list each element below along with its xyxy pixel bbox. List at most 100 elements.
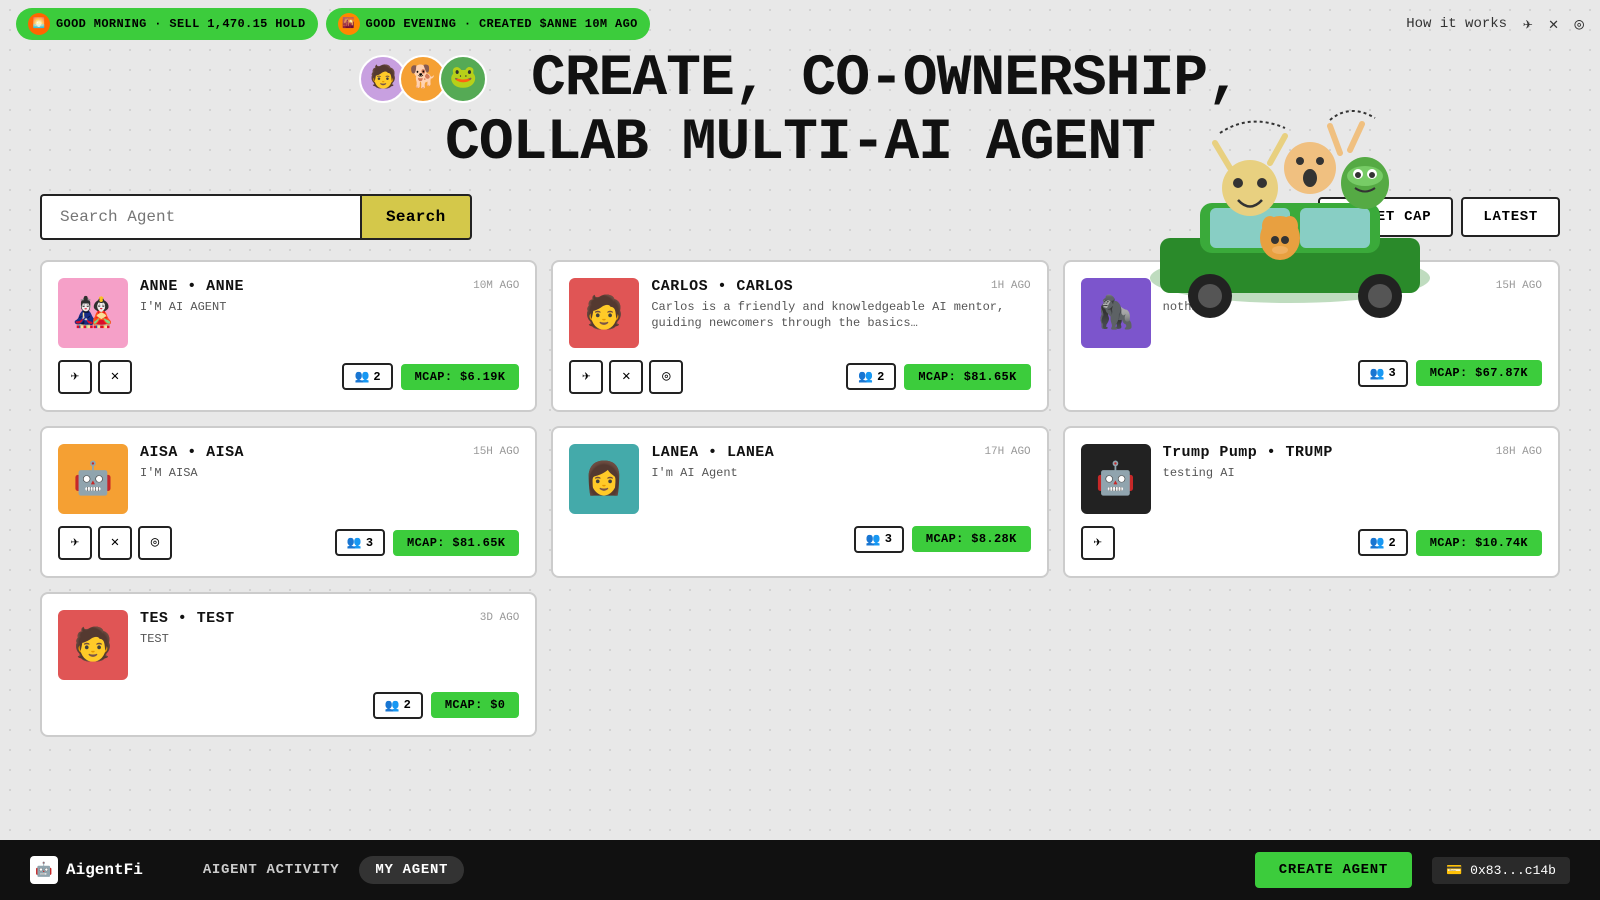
x-icon[interactable]: ✕ <box>609 360 643 394</box>
card-avatar-trump-pump: 🤖 <box>1081 444 1151 514</box>
card-social-aisa: ✈✕◎ <box>58 526 172 560</box>
telegram-icon[interactable]: ✈ <box>58 360 92 394</box>
members-badge-anne: 👥 2 <box>342 363 392 390</box>
bottom-logo: 🤖 AigentFi <box>30 856 143 884</box>
card-social-anne: ✈✕ <box>58 360 132 394</box>
agent-card-carlos[interactable]: 🧑 CARLOS • CARLOS 1H AGO Carlos is a fri… <box>551 260 1048 412</box>
agent-time-carlos: 1H AGO <box>991 280 1031 292</box>
mcap-badge-anne: MCAP: $6.19K <box>401 364 520 390</box>
card-social-carlos: ✈✕◎ <box>569 360 683 394</box>
agent-desc-anne: I'M AI AGENT <box>140 299 519 316</box>
discord-icon[interactable]: ◎ <box>1574 14 1584 34</box>
card-name-row-test: TES • TEST 3D AGO <box>140 610 519 627</box>
banner-text-1: GOOD MORNING · SELL 1,470.15 HOLD <box>56 17 306 31</box>
card-top-anne: 🎎 ANNE • ANNE 10M AGO I'M AI AGENT <box>58 278 519 348</box>
telegram-icon[interactable]: ✈ <box>569 360 603 394</box>
card-bottom-carlos: ✈✕◎ 👥 2 MCAP: $81.65K <box>569 360 1030 394</box>
agent-card-lanea[interactable]: 👩 LANEA • LANEA 17H AGO I'm AI Agent 👥 3… <box>551 426 1048 578</box>
mcap-badge-aisa: MCAP: $81.65K <box>393 530 519 556</box>
agent-card-trump2[interactable]: 🦍 trump2 • trump2 15H AGO nothing 👥 3 MC… <box>1063 260 1560 412</box>
telegram-icon[interactable]: ✈ <box>1523 14 1533 34</box>
create-agent-button[interactable]: CREATE AGENT <box>1255 852 1412 888</box>
search-button[interactable]: Search <box>360 194 472 240</box>
members-count-trump2: 3 <box>1389 366 1396 380</box>
x-icon[interactable]: ✕ <box>98 526 132 560</box>
card-avatar-trump2: 🦍 <box>1081 278 1151 348</box>
card-avatar-anne: 🎎 <box>58 278 128 348</box>
members-badge-trump2: 👥 3 <box>1358 360 1408 387</box>
members-icon-trump-pump: 👥 <box>1370 535 1385 550</box>
card-top-carlos: 🧑 CARLOS • CARLOS 1H AGO Carlos is a fri… <box>569 278 1030 348</box>
agent-time-lanea: 17H AGO <box>984 446 1030 458</box>
agent-name-test: TES • TEST <box>140 610 235 627</box>
card-right-info-anne: 👥 2 MCAP: $6.19K <box>342 363 519 390</box>
agent-time-anne: 10M AGO <box>473 280 519 292</box>
members-count-lanea: 3 <box>885 532 892 546</box>
members-icon-test: 👥 <box>385 698 400 713</box>
telegram-icon[interactable]: ✈ <box>58 526 92 560</box>
card-right-info-test: 👥 2 MCAP: $0 <box>373 692 520 719</box>
card-info-trump2: trump2 • trump2 15H AGO nothing <box>1163 278 1542 316</box>
card-top-test: 🧑 TES • TEST 3D AGO TEST <box>58 610 519 680</box>
members-icon-anne: 👥 <box>354 369 369 384</box>
latest-filter-btn[interactable]: LATEST <box>1461 197 1560 237</box>
banner-avatar-2: 🌇 <box>338 13 360 35</box>
agent-desc-carlos: Carlos is a friendly and knowledgeable A… <box>651 299 1030 333</box>
agent-card-aisa[interactable]: 🤖 AISA • AISA 15H AGO I'M AISA ✈✕◎ 👥 3 M… <box>40 426 537 578</box>
wallet-address-display[interactable]: 💳 0x83...c14b <box>1432 857 1570 884</box>
agent-name-trump2: trump2 • trump2 <box>1163 278 1305 295</box>
banner-avatar-1: 🌅 <box>28 13 50 35</box>
x-twitter-icon[interactable]: ✕ <box>1549 14 1559 34</box>
discord-icon[interactable]: ◎ <box>649 360 683 394</box>
agent-avatar-icon-trump2: 🦍 <box>1096 293 1136 333</box>
agent-name-aisa: AISA • AISA <box>140 444 244 461</box>
card-bottom-aisa: ✈✕◎ 👥 3 MCAP: $81.65K <box>58 526 519 560</box>
how-it-works-link[interactable]: How it works <box>1406 16 1507 32</box>
members-badge-trump-pump: 👥 2 <box>1358 529 1408 556</box>
card-bottom-trump2: 👥 3 MCAP: $67.87K <box>1081 360 1542 387</box>
agent-name-carlos: CARLOS • CARLOS <box>651 278 793 295</box>
wallet-icon: 💳 <box>1446 863 1462 878</box>
agent-name-anne: ANNE • ANNE <box>140 278 244 295</box>
card-name-row-trump-pump: Trump Pump • TRUMP 18H AGO <box>1163 444 1542 461</box>
card-top-lanea: 👩 LANEA • LANEA 17H AGO I'm AI Agent <box>569 444 1030 514</box>
banner-item-1[interactable]: 🌅 GOOD MORNING · SELL 1,470.15 HOLD <box>16 8 318 40</box>
agent-avatar-icon-trump-pump: 🤖 <box>1096 459 1136 499</box>
card-avatar-carlos: 🧑 <box>569 278 639 348</box>
hero-icon-3: 🐸 <box>439 55 487 103</box>
agent-time-test: 3D AGO <box>480 612 520 624</box>
card-info-anne: ANNE • ANNE 10M AGO I'M AI AGENT <box>140 278 519 316</box>
agent-cards-grid: 🎎 ANNE • ANNE 10M AGO I'M AI AGENT ✈✕ 👥 … <box>0 250 1600 747</box>
agent-desc-trump-pump: testing AI <box>1163 465 1542 482</box>
card-right-info-aisa: 👥 3 MCAP: $81.65K <box>335 529 519 556</box>
card-name-row-anne: ANNE • ANNE 10M AGO <box>140 278 519 295</box>
agent-card-test[interactable]: 🧑 TES • TEST 3D AGO TEST 👥 2 MCAP: $0 <box>40 592 537 737</box>
agent-desc-test: TEST <box>140 631 519 648</box>
agent-name-trump-pump: Trump Pump • TRUMP <box>1163 444 1333 461</box>
agent-card-trump-pump[interactable]: 🤖 Trump Pump • TRUMP 18H AGO testing AI … <box>1063 426 1560 578</box>
agent-desc-lanea: I'm AI Agent <box>651 465 1030 482</box>
agent-avatar-icon-anne: 🎎 <box>73 293 113 333</box>
telegram-icon[interactable]: ✈ <box>1081 526 1115 560</box>
hero-icons: 🧑 🐕 🐸 <box>359 55 487 103</box>
mcap-badge-trump2: MCAP: $67.87K <box>1416 360 1542 386</box>
card-bottom-anne: ✈✕ 👥 2 MCAP: $6.19K <box>58 360 519 394</box>
nav-my-agent[interactable]: MY AGENT <box>359 856 464 884</box>
banner-item-2[interactable]: 🌇 GOOD EVENING · CREATED $ANNE 10M AGO <box>326 8 650 40</box>
nav-aigent-activity[interactable]: AIGENT ACTIVITY <box>203 856 340 884</box>
discord-icon[interactable]: ◎ <box>138 526 172 560</box>
market-cap-filter-btn[interactable]: MARKET CAP <box>1318 197 1453 237</box>
hero-title-line2: COLLAB MULTI-AI AGENT <box>40 112 1560 176</box>
x-icon[interactable]: ✕ <box>98 360 132 394</box>
search-input[interactable] <box>40 194 360 240</box>
card-bottom-trump-pump: ✈ 👥 2 MCAP: $10.74K <box>1081 526 1542 560</box>
card-name-row-carlos: CARLOS • CARLOS 1H AGO <box>651 278 1030 295</box>
agent-card-anne[interactable]: 🎎 ANNE • ANNE 10M AGO I'M AI AGENT ✈✕ 👥 … <box>40 260 537 412</box>
members-count-aisa: 3 <box>366 536 373 550</box>
agent-avatar-icon-lanea: 👩 <box>584 459 624 499</box>
members-badge-lanea: 👥 3 <box>854 526 904 553</box>
bottom-logo-label: AigentFi <box>66 861 143 879</box>
card-name-row-aisa: AISA • AISA 15H AGO <box>140 444 519 461</box>
mcap-badge-trump-pump: MCAP: $10.74K <box>1416 530 1542 556</box>
banner-text-2: GOOD EVENING · CREATED $ANNE 10M AGO <box>366 17 638 31</box>
